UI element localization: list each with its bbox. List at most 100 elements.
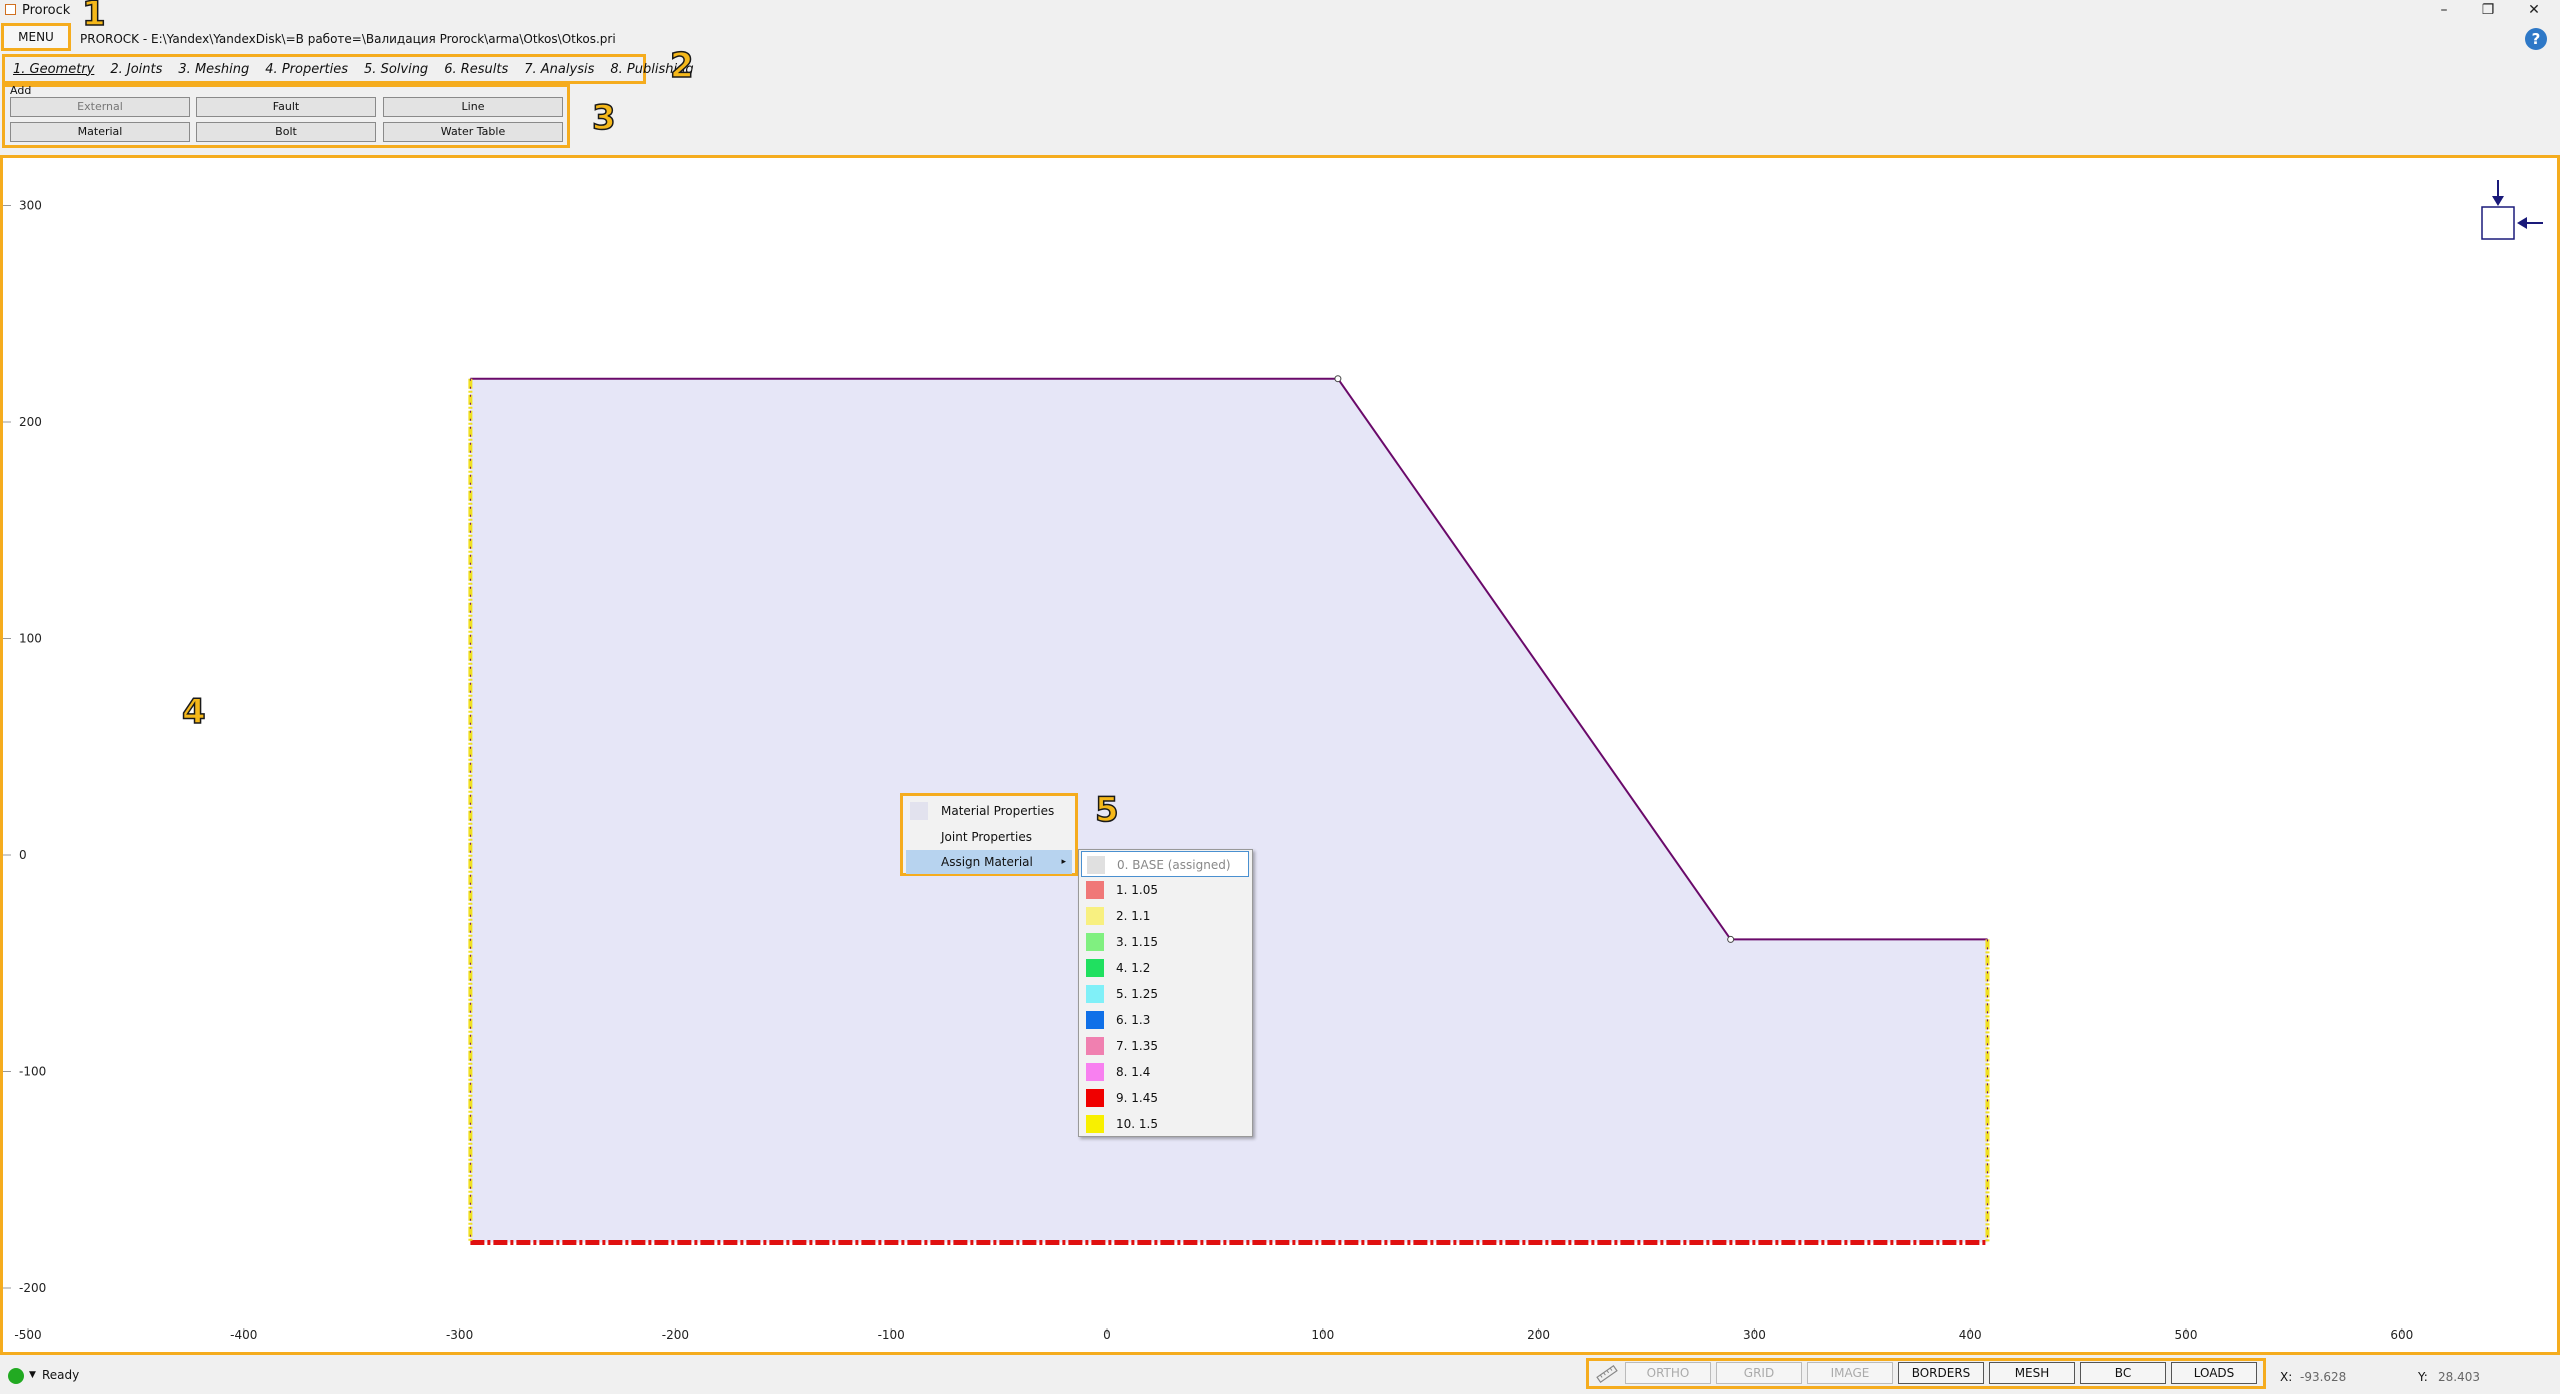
callout-2: 2 <box>669 45 694 87</box>
material-item-4[interactable]: 4. 1.2 <box>1081 955 1249 981</box>
material-item-6[interactable]: 6. 1.3 <box>1081 1007 1249 1033</box>
status-dropdown-icon[interactable]: ▼ <box>29 1370 36 1380</box>
view-orientation-icon[interactable] <box>2481 180 2543 240</box>
x-tick-label: -200 <box>662 1328 689 1342</box>
material-swatch <box>1086 985 1104 1003</box>
assign-material-submenu: 0. BASE (assigned) 1. 1.05 2. 1.1 3. 1.1… <box>1078 849 1253 1137</box>
close-button[interactable]: ✕ <box>2514 0 2554 20</box>
add-bolt-button[interactable]: Bolt <box>196 122 376 142</box>
material-item-3[interactable]: 3. 1.15 <box>1081 929 1249 955</box>
material-properties-menu-item[interactable]: Material Properties <box>906 799 1072 823</box>
callout-4: 4 <box>181 691 206 733</box>
x-coord-label: X: <box>2280 1370 2293 1384</box>
ruler-icon[interactable] <box>1596 1365 1618 1383</box>
assign-material-menu-item[interactable]: Assign Material ▸ <box>906 850 1072 874</box>
y-tick-label: -100 <box>19 1065 46 1079</box>
material-item-1[interactable]: 1. 1.05 <box>1081 877 1249 903</box>
material-item-2[interactable]: 2. 1.1 <box>1081 903 1249 929</box>
toggle-image[interactable]: IMAGE <box>1807 1362 1893 1384</box>
y-tick-label: 100 <box>19 632 42 646</box>
material-properties-label: Material Properties <box>941 804 1055 818</box>
restore-button[interactable]: ❐ <box>2468 0 2508 20</box>
tab-properties[interactable]: 4. Properties <box>265 62 348 77</box>
material-label: 1. 1.05 <box>1116 883 1158 897</box>
material-label: 4. 1.2 <box>1116 961 1151 975</box>
material-item-0[interactable]: 0. BASE (assigned) <box>1081 851 1249 877</box>
menu-button[interactable]: MENU <box>1 23 71 51</box>
x-tick-label: 100 <box>1311 1328 1334 1342</box>
status-text: Ready <box>42 1368 80 1382</box>
model-canvas[interactable]: -500 -400 -300 -200 -100 0 100 200 300 400 500 600 3… <box>0 155 2560 1355</box>
y-tick-label: 300 <box>19 199 42 213</box>
x-tick-label: -300 <box>446 1328 473 1342</box>
assign-material-label: Assign Material <box>941 855 1033 869</box>
material-label: 7. 1.35 <box>1116 1039 1158 1053</box>
material-swatch <box>1086 1115 1104 1133</box>
vertex-marker <box>1334 375 1342 383</box>
toggle-mesh[interactable]: MESH <box>1989 1362 2075 1384</box>
material-label: 9. 1.45 <box>1116 1091 1158 1105</box>
add-fault-button[interactable]: Fault <box>196 97 376 117</box>
x-tick-label: -100 <box>878 1328 905 1342</box>
add-material-button[interactable]: Material <box>10 122 190 142</box>
material-label: 6. 1.3 <box>1116 1013 1151 1027</box>
app-logo-icon <box>5 4 16 15</box>
joint-properties-menu-item[interactable]: Joint Properties <box>906 825 1072 849</box>
material-swatch <box>1086 1063 1104 1081</box>
tab-analysis[interactable]: 7. Analysis <box>524 62 594 77</box>
toggle-loads[interactable]: LOADS <box>2171 1362 2257 1384</box>
y-tick-label: 200 <box>19 415 42 429</box>
add-external-button[interactable]: External <box>10 97 190 117</box>
material-label: 10. 1.5 <box>1116 1117 1158 1131</box>
y-coord-label: Y: <box>2418 1370 2428 1384</box>
x-tick-label: 0 <box>1103 1328 1111 1342</box>
x-tick-label: -400 <box>230 1328 257 1342</box>
material-swatch <box>1086 1037 1104 1055</box>
material-item-7[interactable]: 7. 1.35 <box>1081 1033 1249 1059</box>
callout-5: 5 <box>1094 789 1119 831</box>
y-coord-value: 28.403 <box>2438 1370 2480 1384</box>
material-swatch <box>1087 856 1105 874</box>
workflow-tabs: 1. Geometry 2. Joints 3. Meshing 4. Prop… <box>2 54 694 84</box>
material-item-10[interactable]: 10. 1.5 <box>1081 1111 1249 1137</box>
tab-geometry[interactable]: 1. Geometry <box>13 62 94 77</box>
material-properties-icon <box>910 802 928 820</box>
vertex-marker <box>1727 935 1735 943</box>
x-tick-label: 500 <box>2175 1328 2198 1342</box>
tab-meshing[interactable]: 3. Meshing <box>178 62 249 77</box>
y-tick-label: 0 <box>19 848 27 862</box>
status-indicator-icon <box>8 1368 24 1384</box>
tab-joints[interactable]: 2. Joints <box>110 62 162 77</box>
x-tick-label: 600 <box>2390 1328 2413 1342</box>
x-tick-label: -500 <box>14 1328 41 1342</box>
material-label: 3. 1.15 <box>1116 935 1158 949</box>
tab-results[interactable]: 6. Results <box>444 62 508 77</box>
context-menu: Material Properties Joint Properties Ass… <box>900 793 1078 876</box>
model-plot[interactable]: -500 -400 -300 -200 -100 0 100 200 300 400 500 600 3… <box>3 158 2557 1352</box>
add-line-button[interactable]: Line <box>383 97 563 117</box>
material-swatch <box>1086 907 1104 925</box>
toggle-grid[interactable]: GRID <box>1716 1362 1802 1384</box>
x-tick-label: 400 <box>1959 1328 1982 1342</box>
submenu-arrow-icon: ▸ <box>1061 857 1066 867</box>
material-item-8[interactable]: 8. 1.4 <box>1081 1059 1249 1085</box>
material-item-5[interactable]: 5. 1.25 <box>1081 981 1249 1007</box>
material-label: 0. BASE (assigned) <box>1117 858 1231 872</box>
material-label: 2. 1.1 <box>1116 909 1151 923</box>
x-tick-label: 300 <box>1743 1328 1766 1342</box>
minimize-button[interactable]: – <box>2424 0 2464 20</box>
help-icon[interactable]: ? <box>2525 28 2547 50</box>
tab-solving[interactable]: 5. Solving <box>364 62 428 77</box>
add-water-table-button[interactable]: Water Table <box>383 122 563 142</box>
toggle-bc[interactable]: BC <box>2080 1362 2166 1384</box>
material-label: 5. 1.25 <box>1116 987 1158 1001</box>
toggle-borders[interactable]: BORDERS <box>1898 1362 1984 1384</box>
toggle-ortho[interactable]: ORTHO <box>1625 1362 1711 1384</box>
file-path: PROROCK - E:\Yandex\YandexDisk\=В работе… <box>80 32 616 46</box>
x-coord-value: -93.628 <box>2300 1370 2347 1384</box>
title-bar <box>0 0 2560 20</box>
callout-1: 1 <box>81 0 106 35</box>
add-group-label: Add <box>10 84 32 97</box>
window-title: Prorock <box>22 3 71 18</box>
material-item-9[interactable]: 9. 1.45 <box>1081 1085 1249 1111</box>
